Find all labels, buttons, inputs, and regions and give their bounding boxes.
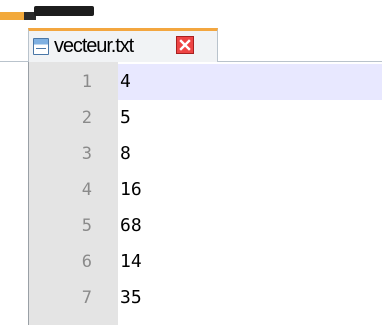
file-icon — [33, 38, 49, 55]
line-text[interactable]: 8 — [120, 136, 131, 172]
line-number: 2 — [81, 108, 92, 128]
editor-line[interactable]: 14 — [28, 64, 382, 100]
editor-line[interactable]: 7 35 — [28, 280, 382, 316]
editor-line[interactable]: 5 68 — [28, 208, 382, 244]
editor-line[interactable]: 38 — [28, 136, 382, 172]
editor-line[interactable]: 25 — [28, 100, 382, 136]
line-number: 1 — [81, 72, 92, 92]
line-text[interactable]: 4 — [120, 64, 131, 100]
line-text[interactable]: 5 — [120, 100, 131, 136]
text-editor[interactable]: 1 4 2 5 3 8 4 16 5 68 6 14 7 35 — [28, 62, 382, 325]
line-number: 5 — [81, 216, 92, 236]
editor-line[interactable]: 4 16 — [28, 172, 382, 208]
line-number: 7 — [81, 288, 92, 308]
gutter-border — [28, 62, 29, 325]
line-text[interactable]: 16 — [120, 172, 142, 208]
line-text[interactable]: 14 — [120, 244, 142, 280]
tab-label: vecteur.txt — [54, 35, 134, 57]
toolbar-fragment — [34, 6, 94, 16]
line-number: 6 — [81, 252, 92, 272]
toolbar-strip — [0, 0, 382, 20]
line-number: 4 — [81, 180, 92, 200]
line-text[interactable]: 35 — [120, 280, 142, 316]
line-text[interactable]: 68 — [120, 208, 142, 244]
line-number: 3 — [81, 144, 92, 164]
toolbar-fragment — [0, 12, 24, 20]
editor-line[interactable]: 6 14 — [28, 244, 382, 280]
tab-vecteur-txt[interactable]: vecteur.txt — [28, 28, 218, 62]
close-icon[interactable] — [176, 36, 194, 54]
